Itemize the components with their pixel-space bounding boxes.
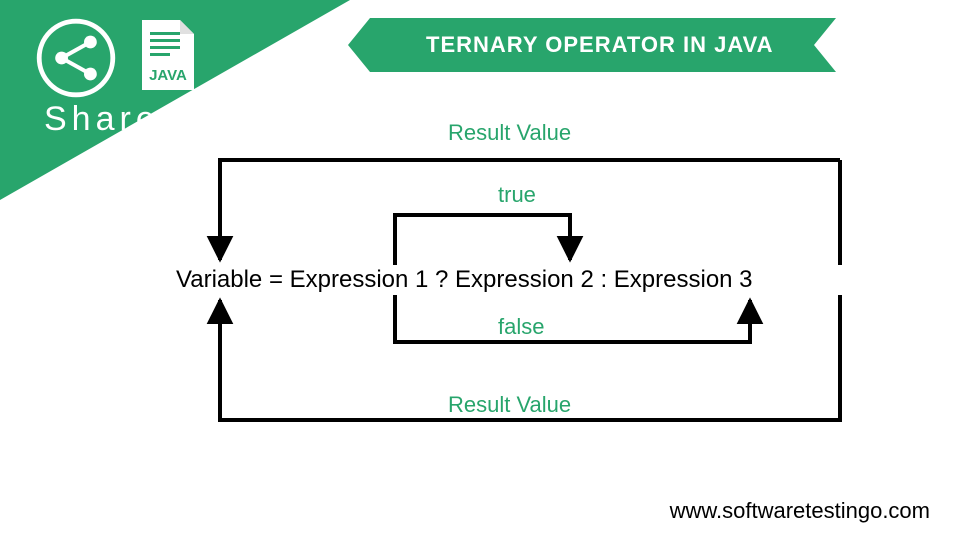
flow-arrows [160,100,900,460]
page-title: TERNARY OPERATOR IN JAVA [370,18,814,72]
java-file-icon: JAVA [138,18,198,92]
title-banner: TERNARY OPERATOR IN JAVA [370,18,814,72]
share-icon [36,18,116,98]
footer-url: www.softwaretestingo.com [670,498,930,524]
java-badge-text: JAVA [149,67,187,84]
share-label: Share [44,100,160,139]
